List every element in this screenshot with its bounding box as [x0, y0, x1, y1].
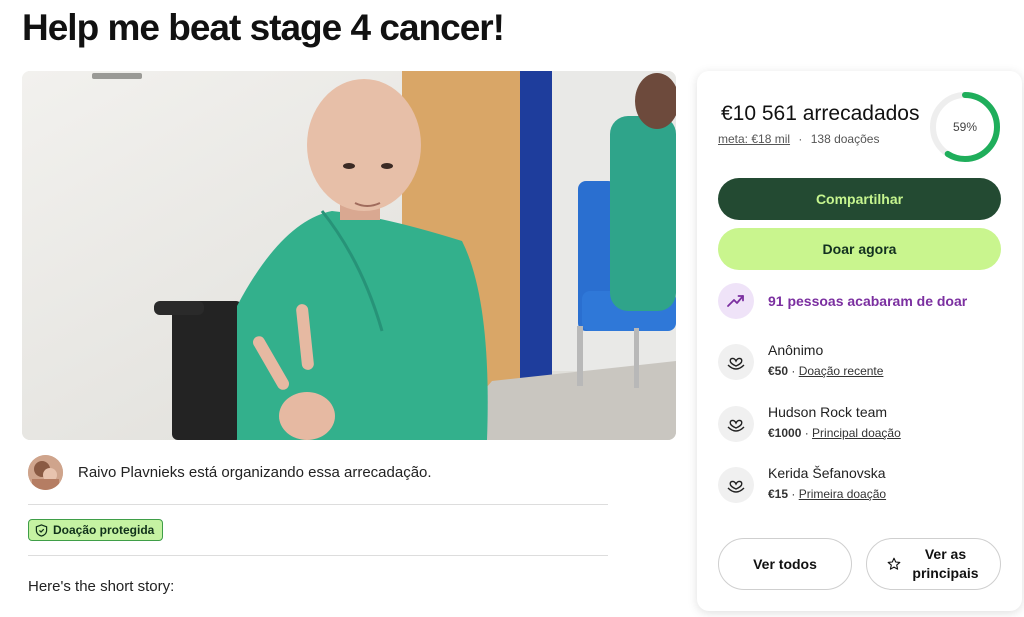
donation-card: €10 561 arrecadados meta: €18 mil · 138 … — [697, 71, 1022, 611]
campaign-photo-illustration — [22, 71, 676, 440]
donor-amount: €50 — [768, 364, 789, 378]
donate-now-button[interactable]: Doar agora — [718, 228, 1001, 270]
donor-tag-link[interactable]: Principal doação — [812, 426, 901, 440]
campaign-photo[interactable] — [22, 71, 676, 440]
page-title: Help me beat stage 4 cancer! — [22, 7, 505, 48]
star-icon — [887, 557, 900, 570]
donor-name: Kerida Šefanovska — [768, 465, 886, 481]
share-button[interactable]: Compartilhar — [718, 178, 1001, 220]
see-top-label: Ver as principais — [912, 546, 979, 581]
shield-icon — [35, 523, 48, 537]
donor-item: Anônimo €50 · Doação recente — [718, 342, 998, 382]
protected-donation-badge[interactable]: Doação protegida — [28, 519, 164, 541]
donor-amount: €1000 — [768, 426, 802, 440]
donor-meta: €15 · Primeira doação — [768, 487, 886, 501]
heart-hand-icon — [718, 406, 754, 442]
organizer-avatar[interactable] — [28, 454, 63, 490]
divider — [28, 555, 608, 556]
donor-amount: €15 — [768, 487, 789, 501]
story-intro: Here's the short story: — [28, 578, 175, 595]
goal-summary: meta: €18 mil · 138 doações — [718, 132, 879, 146]
donor-meta: €50 · Doação recente — [768, 364, 883, 378]
donor-item: Kerida Šefanovska €15 · Primeira doação — [718, 465, 998, 505]
goal-link[interactable]: meta: €18 mil — [718, 132, 790, 146]
recent-activity: 91 pessoas acabaram de doar — [718, 283, 967, 319]
trending-up-icon — [718, 283, 754, 319]
organizer-row: Raivo Plavnieks está organizando essa ar… — [28, 454, 608, 490]
separator: · — [798, 132, 803, 146]
donor-meta: €1000 · Principal doação — [768, 426, 901, 440]
progress-percent: 59% — [952, 120, 978, 134]
heart-hand-icon — [718, 467, 754, 503]
donor-name: Anônimo — [768, 342, 824, 358]
donor-item: Hudson Rock team €1000 · Principal doaçã… — [718, 404, 998, 444]
divider — [28, 504, 608, 505]
separator: · — [788, 364, 799, 378]
donor-name: Hudson Rock team — [768, 404, 888, 420]
recent-activity-text: 91 pessoas acabaram de doar — [768, 293, 968, 309]
protected-donation-label: Doação protegida — [53, 523, 155, 537]
donor-tag-link[interactable]: Doação recente — [799, 364, 884, 378]
amount-raised: €10 561 arrecadados — [721, 102, 920, 125]
donation-count: 138 doações — [810, 132, 880, 146]
separator: · — [801, 426, 813, 440]
see-top-button[interactable]: Ver as principais — [866, 538, 1001, 590]
donor-tag-link[interactable]: Primeira doação — [799, 487, 886, 501]
separator: · — [788, 487, 799, 501]
see-all-button[interactable]: Ver todos — [718, 538, 852, 590]
heart-hand-icon — [718, 344, 754, 380]
organizer-text: Raivo Plavnieks está organizando essa ar… — [78, 463, 432, 481]
